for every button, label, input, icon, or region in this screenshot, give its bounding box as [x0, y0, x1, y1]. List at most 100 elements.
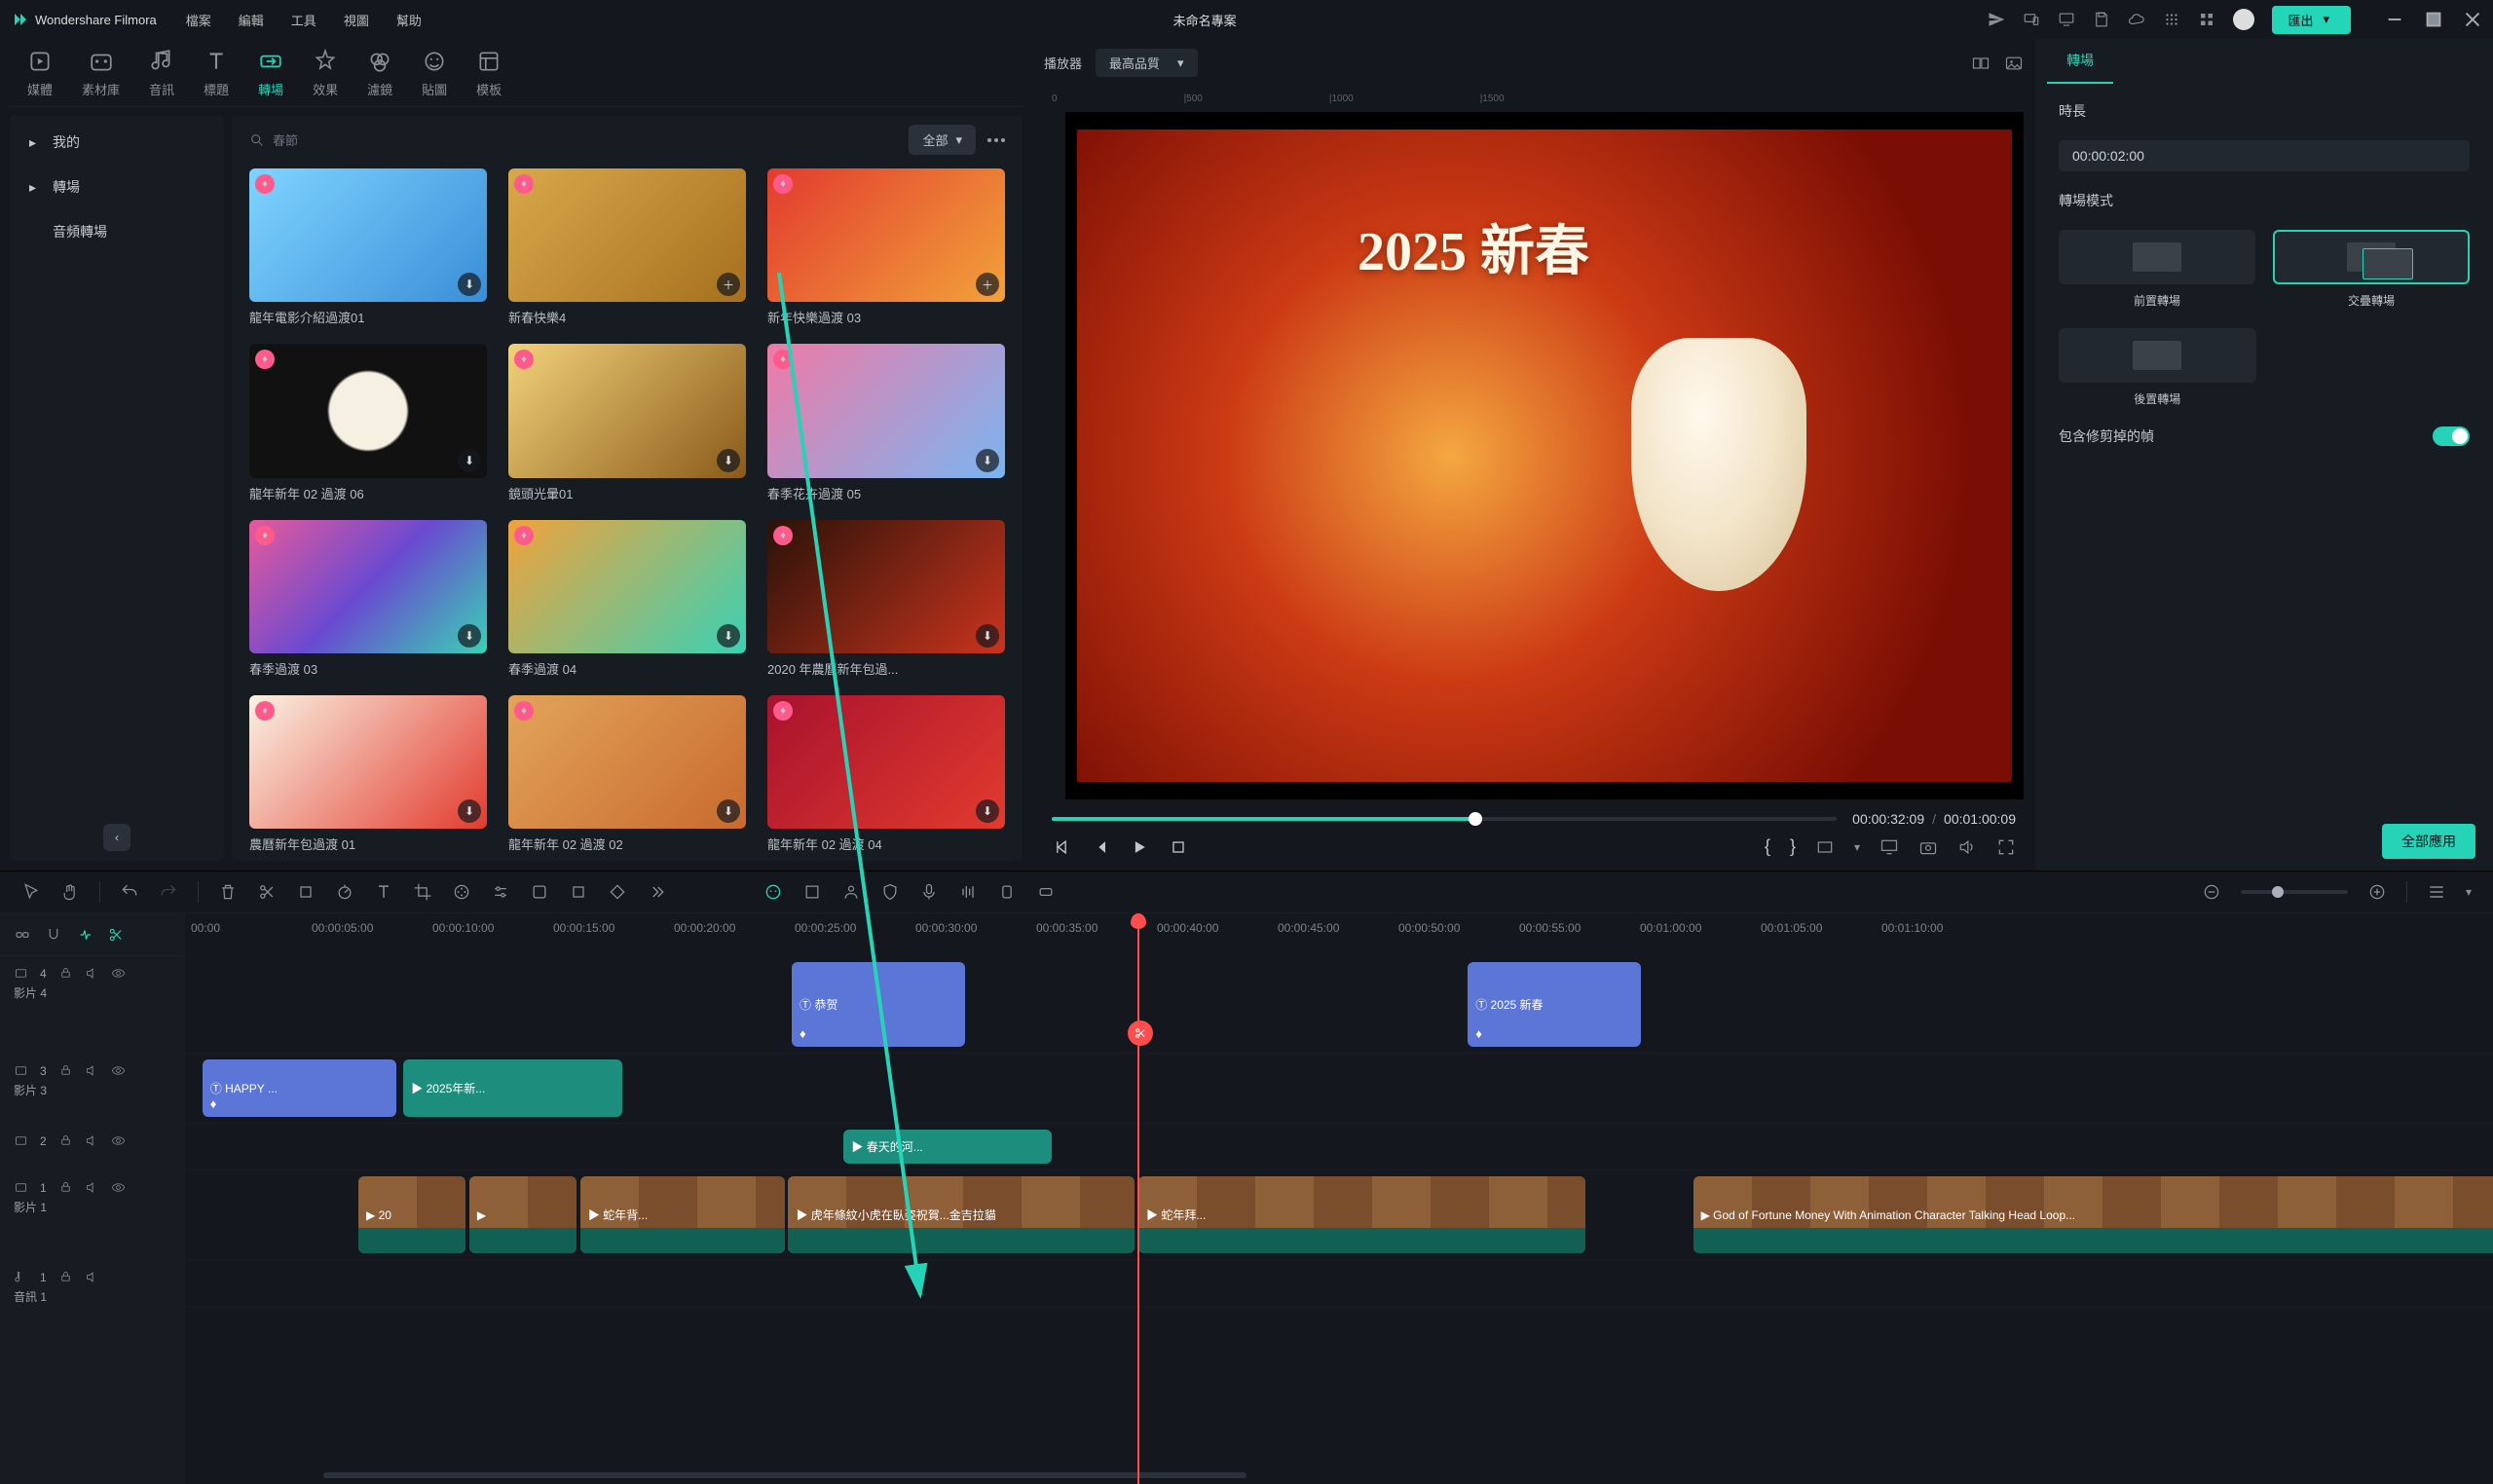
monitor-icon[interactable] [2058, 11, 2075, 28]
zoom-out-icon[interactable] [2202, 882, 2221, 902]
close-icon[interactable] [2464, 11, 2481, 28]
menu-file[interactable]: 檔案 [186, 11, 211, 29]
tab-transitions[interactable]: 轉場 [258, 49, 283, 98]
timeline-clip[interactable]: ▶ 蛇年背... [580, 1176, 785, 1253]
timeline-clip[interactable]: Ⓣ 2025 新春♦ [1468, 962, 1641, 1047]
tab-media[interactable]: 媒體 [27, 49, 53, 98]
menu-help[interactable]: 幫助 [396, 11, 422, 29]
download-icon[interactable]: ⬇ [976, 449, 999, 472]
timeline-clip[interactable]: ▶ 20 [358, 1176, 465, 1253]
magnet-icon[interactable] [45, 926, 62, 944]
transition-thumb[interactable]: ♦⬇春季花卉過渡 05 [767, 344, 1005, 501]
redo-icon[interactable] [159, 882, 178, 902]
transition-thumb[interactable]: ♦⬇龍年新年 02 過渡 06 [249, 344, 487, 501]
timeline-clip[interactable]: Ⓣ 恭贺♦ [792, 962, 965, 1047]
track-view-icon[interactable] [2427, 882, 2446, 902]
mask-icon[interactable] [569, 882, 588, 902]
transition-thumb[interactable]: ♦⬇龍年電影介紹過渡01 [249, 168, 487, 326]
menu-view[interactable]: 視圖 [344, 11, 369, 29]
download-icon[interactable]: ⬇ [976, 799, 999, 823]
transition-thumb[interactable]: ♦⬇農曆新年包過渡 01 [249, 695, 487, 851]
add-icon[interactable]: ＋ [976, 273, 999, 296]
mode-overlap[interactable]: 交疊轉場 [2273, 230, 2470, 309]
crop-icon[interactable] [413, 882, 432, 902]
shield-icon[interactable] [880, 882, 900, 902]
timeline-ruler[interactable]: 00:0000:00:05:0000:00:10:0000:00:15:0000… [185, 913, 2493, 956]
adjust-icon[interactable] [491, 882, 510, 902]
tab-effects[interactable]: 效果 [313, 49, 338, 98]
download-icon[interactable]: ⬇ [458, 449, 481, 472]
track-head-v2[interactable]: 2 [0, 1124, 185, 1170]
mode-postfix[interactable]: 後置轉場 [2059, 328, 2256, 407]
menu-edit[interactable]: 編輯 [239, 11, 264, 29]
step-back-icon[interactable] [1091, 837, 1110, 857]
timeline-scrollbar[interactable] [185, 1472, 2493, 1480]
record-icon[interactable] [1036, 882, 1056, 902]
stop-icon[interactable] [1169, 837, 1188, 857]
tab-templates[interactable]: 模板 [476, 49, 502, 98]
undo-icon[interactable] [120, 882, 139, 902]
sidebar-item-audio-trans[interactable]: 音頻轉場 [10, 210, 224, 253]
image-icon[interactable] [2004, 54, 2024, 73]
quality-select[interactable]: 最高品質▾ [1096, 49, 1198, 77]
color-icon[interactable] [452, 882, 471, 902]
more-tools-icon[interactable] [647, 882, 666, 902]
filter-button[interactable]: 全部▾ [909, 125, 976, 155]
playhead[interactable] [1137, 913, 1139, 1484]
speed-icon[interactable] [335, 882, 354, 902]
tab-audio[interactable]: 音訊 [149, 49, 174, 98]
keyframe-icon[interactable] [608, 882, 627, 902]
ratio-icon[interactable] [1815, 837, 1835, 857]
link-icon[interactable] [14, 926, 31, 944]
compare-icon[interactable] [1971, 54, 1991, 73]
timeline-clip[interactable]: ▶ [469, 1176, 577, 1253]
delete-icon[interactable] [218, 882, 238, 902]
preview-canvas[interactable]: 2025 新春 [1065, 112, 2024, 799]
devices-icon[interactable] [2023, 11, 2040, 28]
transition-thumb[interactable]: ♦⬇龍年新年 02 過渡 04 [767, 695, 1005, 851]
mark-out-icon[interactable]: } [1790, 836, 1796, 857]
tab-stickers[interactable]: 貼圖 [422, 49, 447, 98]
transition-thumb[interactable]: ♦⬇春季過渡 04 [508, 520, 746, 678]
marker-tool-icon[interactable] [997, 882, 1017, 902]
cloud-icon[interactable] [2128, 11, 2145, 28]
download-icon[interactable]: ⬇ [458, 273, 481, 296]
mode-prefix[interactable]: 前置轉場 [2059, 230, 2255, 309]
volume-icon[interactable] [1957, 837, 1977, 857]
apps-icon[interactable] [2198, 11, 2215, 28]
crop-tool-icon[interactable] [296, 882, 316, 902]
snap-icon[interactable] [76, 926, 93, 944]
display-icon[interactable] [1879, 837, 1899, 857]
download-icon[interactable]: ⬇ [717, 799, 740, 823]
tab-titles[interactable]: 標題 [204, 49, 229, 98]
minimize-icon[interactable] [2386, 11, 2403, 28]
timeline-clip[interactable]: ▶ 虎年條紋小虎在臥姿祝賀...金吉拉貓 [788, 1176, 1135, 1253]
timeline-clip[interactable]: Ⓣ HAPPY ...♦ [203, 1059, 396, 1117]
tab-filters[interactable]: 濾鏡 [367, 49, 392, 98]
send-icon[interactable] [1988, 11, 2005, 28]
transition-thumb[interactable]: ♦⬇2020 年農曆新年包過... [767, 520, 1005, 678]
download-icon[interactable]: ⬇ [458, 624, 481, 648]
track-head-v1[interactable]: 1 影片 1 [0, 1170, 185, 1260]
play-icon[interactable] [1130, 837, 1149, 857]
auto-ripple-icon[interactable] [107, 926, 125, 944]
track-head-v3[interactable]: 3 影片 3 [0, 1054, 185, 1124]
mic-icon[interactable] [919, 882, 939, 902]
transition-thumb[interactable]: ♦＋新年快樂過渡 03 [767, 168, 1005, 326]
maximize-icon[interactable] [2425, 11, 2442, 28]
user-avatar[interactable] [2233, 9, 2254, 30]
transition-thumb[interactable]: ♦⬇鏡頭光暈01 [508, 344, 746, 501]
timeline-clip[interactable]: ▶ God of Fortune Money With Animation Ch… [1693, 1176, 2493, 1253]
sidebar-item-mine[interactable]: ▸我的 [10, 121, 224, 164]
transition-thumb[interactable]: ♦＋新春快樂4 [508, 168, 746, 326]
duration-input[interactable]: 00:00:02:00 [2059, 140, 2470, 171]
grid-icon[interactable] [2163, 11, 2180, 28]
timeline-clip[interactable]: ▶ 2025年新... [403, 1059, 621, 1117]
hand-tool-icon[interactable] [60, 882, 80, 902]
ai-assistant-icon[interactable] [763, 882, 783, 902]
sidebar-collapse-button[interactable]: ‹ [103, 824, 130, 851]
prev-frame-icon[interactable] [1052, 837, 1071, 857]
text-tool-icon[interactable] [374, 882, 393, 902]
timeline-clip[interactable]: ▶ 春天的河... [843, 1130, 1052, 1164]
zoom-slider[interactable] [2241, 890, 2348, 894]
